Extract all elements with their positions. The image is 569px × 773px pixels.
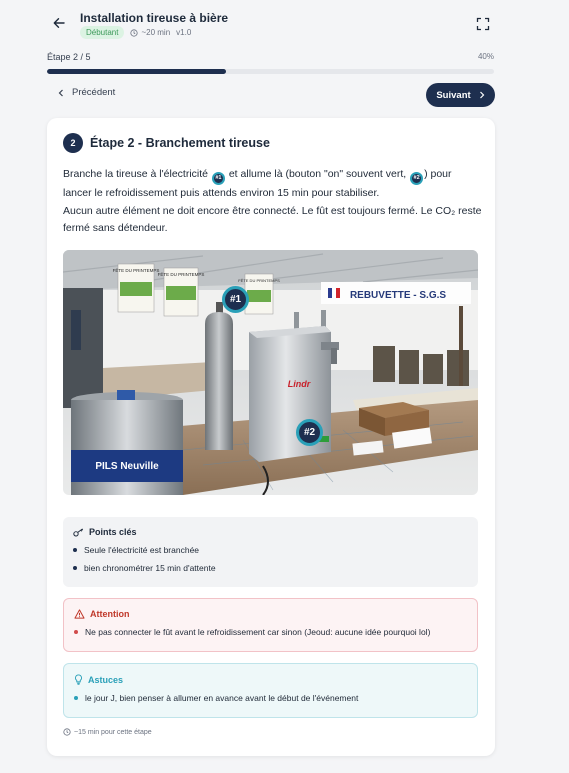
tip-text: le jour J, bien penser à allumer en avan…: [85, 693, 359, 703]
version-text: v1.0: [176, 28, 192, 37]
duration-text: ~20 min: [141, 28, 171, 37]
key-points-header: Points clés: [73, 527, 468, 537]
key-points-box: Points clés Seule l'électricité est bran…: [63, 517, 478, 587]
warning-triangle-icon: [74, 609, 85, 619]
inline-marker-2: #2: [410, 172, 424, 186]
expand-icon: [476, 17, 490, 31]
key-point-text: Seule l'électricité est branchée: [84, 545, 200, 555]
back-button[interactable]: [50, 14, 68, 32]
previous-button[interactable]: Précédent: [58, 87, 115, 98]
desc-text-2: et allume là (bouton "on" souvent vert,: [228, 168, 407, 180]
machine-brand: Lindr: [288, 379, 311, 389]
duration: ~20 min: [130, 28, 170, 37]
poster-1: FÊTE DU PRINTEMPS: [113, 263, 160, 313]
banner-text: REBUVETTE - S.G.S: [350, 290, 446, 301]
bullet-dot: [73, 566, 77, 570]
list-item: Ne pas connecter le fût avant le refroid…: [74, 627, 467, 637]
warning-title: Attention: [90, 609, 130, 619]
bullet-dot: [73, 548, 77, 552]
photo-illustration: FÊTE DU PRINTEMPS FÊTE DU PRINTEMPS FÊTE…: [63, 250, 478, 495]
warning-box: Attention Ne pas connecter le fût avant …: [63, 598, 478, 652]
key-point-text: bien chronométrer 15 min d'attente: [84, 563, 216, 573]
desc-text-1: Branche la tireuse à l'électricité: [63, 168, 208, 180]
progress-fill: [47, 69, 226, 74]
clock-icon: [63, 728, 71, 736]
photo-marker-1[interactable]: #1: [222, 286, 249, 313]
desc-text-4: Aucun autre élément ne doit encore être …: [63, 204, 482, 235]
fullscreen-button[interactable]: [476, 17, 490, 31]
progress-bar: [47, 69, 494, 74]
next-button[interactable]: Suivant: [426, 83, 495, 107]
inline-marker-1: #1: [211, 172, 225, 186]
previous-label: Précédent: [72, 87, 116, 98]
level-badge: Débutant: [80, 26, 125, 39]
guide-title: Installation tireuse à bière: [80, 11, 229, 25]
rebuvette-banner: REBUVETTE - S.G.S: [321, 282, 471, 304]
step-description: Branche la tireuse à l'électricité #1 et…: [63, 166, 483, 238]
next-label: Suivant: [436, 89, 471, 101]
progress-percent: 40%: [477, 52, 494, 61]
step-counter: Étape 2 / 5: [47, 52, 91, 62]
tips-box: Astuces le jour J, bien penser à allumer…: [63, 663, 478, 718]
keg-label: PILS Neuville: [95, 461, 159, 472]
warning-header: Attention: [74, 609, 467, 619]
photo-marker-2[interactable]: #2: [296, 419, 323, 446]
guide-meta: Débutant ~20 min v1.0: [80, 26, 191, 39]
key-points-title: Points clés: [89, 527, 137, 537]
bullet-dot: [74, 630, 78, 634]
beer-keg: PILS Neuville: [71, 390, 183, 495]
list-item: bien chronométrer 15 min d'attente: [73, 563, 468, 573]
poster-3-text: FÊTE DU PRINTEMPS: [238, 278, 280, 283]
step-duration-text: ~15 min pour cette étape: [74, 728, 152, 736]
step-card: 2 Étape 2 - Branchement tireuse Branche …: [47, 118, 495, 756]
step-photo: FÊTE DU PRINTEMPS FÊTE DU PRINTEMPS FÊTE…: [63, 250, 478, 495]
warning-text: Ne pas connecter le fût avant le refroid…: [85, 627, 431, 637]
step-number: 2: [63, 133, 83, 153]
poster-2-text: FÊTE DU PRINTEMPS: [158, 270, 205, 277]
poster-2: FÊTE DU PRINTEMPS: [158, 267, 205, 317]
step-duration-note: ~15 min pour cette étape: [63, 728, 152, 736]
list-item: le jour J, bien penser à allumer en avan…: [74, 693, 467, 703]
chevron-left-icon: [58, 89, 63, 96]
list-item: Seule l'électricité est branchée: [73, 545, 468, 555]
step-title: Étape 2 - Branchement tireuse: [90, 136, 270, 150]
chevron-right-icon: [479, 91, 485, 99]
poster-1-text: FÊTE DU PRINTEMPS: [113, 266, 160, 273]
tips-header: Astuces: [74, 674, 467, 685]
tips-title: Astuces: [88, 674, 124, 685]
step-header: 2 Étape 2 - Branchement tireuse: [63, 133, 270, 153]
key-icon: [73, 527, 84, 537]
top-bar: Installation tireuse à bière Débutant ~2…: [0, 0, 569, 46]
co2-bottle: [205, 302, 233, 450]
lightbulb-icon: [75, 674, 82, 685]
arrow-left-icon: [53, 18, 65, 28]
clock-icon: [130, 28, 139, 37]
bullet-dot: [74, 696, 78, 700]
